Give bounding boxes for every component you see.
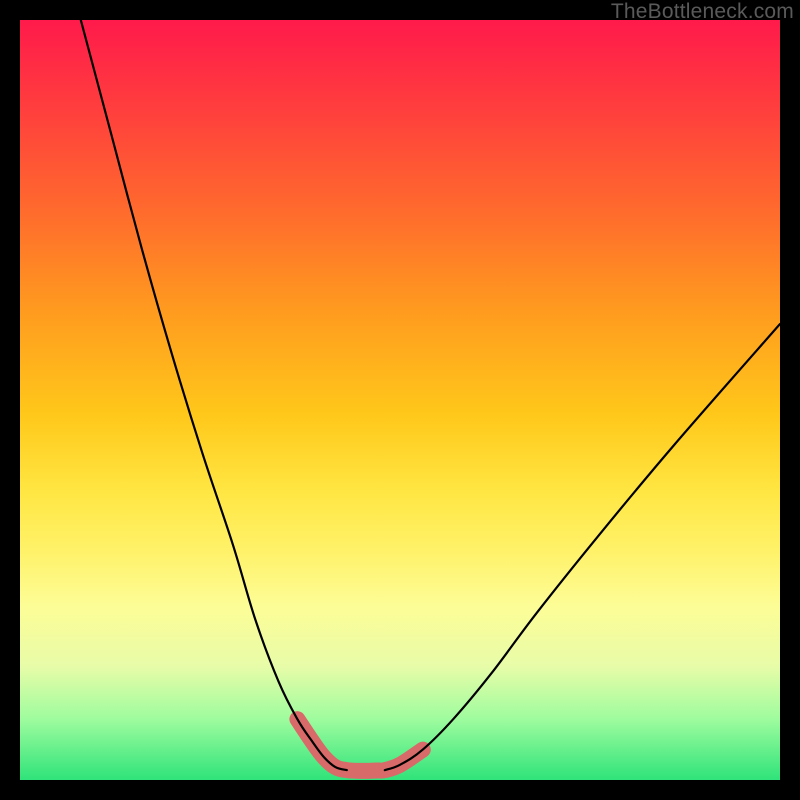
right-curve-path	[385, 324, 780, 770]
chart-frame	[20, 20, 780, 780]
left-curve-path	[81, 20, 347, 770]
chart-svg	[20, 20, 780, 780]
